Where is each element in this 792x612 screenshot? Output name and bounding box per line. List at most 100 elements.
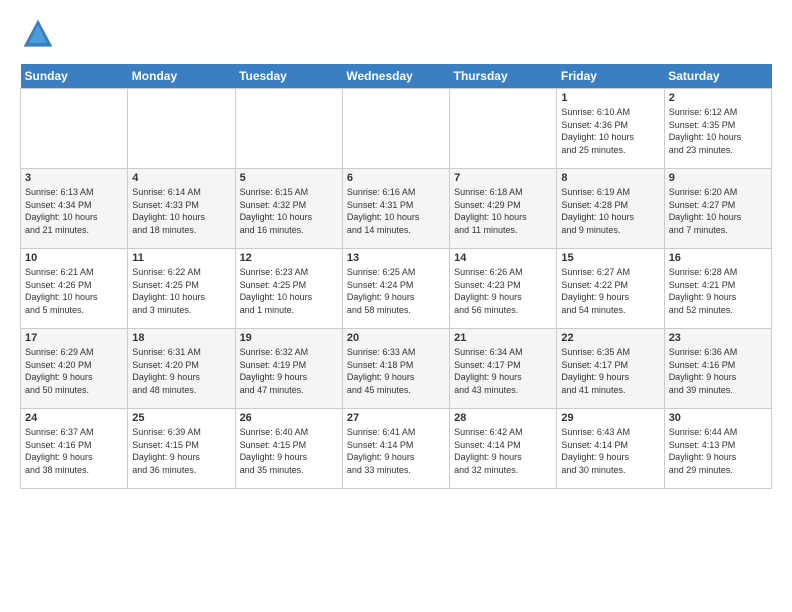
day-cell: 18 Sunrise: 6:31 AMSunset: 4:20 PMDayligh… bbox=[128, 329, 235, 409]
day-details: Sunrise: 6:28 AMSunset: 4:21 PMDaylight:… bbox=[669, 266, 767, 316]
day-number: 16 bbox=[669, 252, 767, 264]
day-cell: 22 Sunrise: 6:35 AMSunset: 4:17 PMDayligh… bbox=[557, 329, 664, 409]
day-number: 5 bbox=[240, 172, 338, 184]
day-number: 18 bbox=[132, 332, 230, 344]
day-number: 9 bbox=[669, 172, 767, 184]
day-number: 20 bbox=[347, 332, 445, 344]
day-details: Sunrise: 6:44 AMSunset: 4:13 PMDaylight:… bbox=[669, 426, 767, 476]
day-details: Sunrise: 6:20 AMSunset: 4:27 PMDaylight:… bbox=[669, 186, 767, 236]
day-cell bbox=[21, 89, 128, 169]
day-details: Sunrise: 6:37 AMSunset: 4:16 PMDaylight:… bbox=[25, 426, 123, 476]
day-number: 7 bbox=[454, 172, 552, 184]
day-number: 1 bbox=[561, 92, 659, 104]
day-cell: 4 Sunrise: 6:14 AMSunset: 4:33 PMDaylight… bbox=[128, 169, 235, 249]
day-number: 8 bbox=[561, 172, 659, 184]
day-cell: 17 Sunrise: 6:29 AMSunset: 4:20 PMDayligh… bbox=[21, 329, 128, 409]
day-cell: 3 Sunrise: 6:13 AMSunset: 4:34 PMDaylight… bbox=[21, 169, 128, 249]
day-cell bbox=[450, 89, 557, 169]
header-cell-monday: Monday bbox=[128, 64, 235, 89]
day-number: 19 bbox=[240, 332, 338, 344]
header-cell-friday: Friday bbox=[557, 64, 664, 89]
day-details: Sunrise: 6:31 AMSunset: 4:20 PMDaylight:… bbox=[132, 346, 230, 396]
day-cell: 29 Sunrise: 6:43 AMSunset: 4:14 PMDayligh… bbox=[557, 409, 664, 489]
day-number: 3 bbox=[25, 172, 123, 184]
day-cell bbox=[235, 89, 342, 169]
day-details: Sunrise: 6:16 AMSunset: 4:31 PMDaylight:… bbox=[347, 186, 445, 236]
week-row-2: 3 Sunrise: 6:13 AMSunset: 4:34 PMDaylight… bbox=[21, 169, 772, 249]
day-cell: 11 Sunrise: 6:22 AMSunset: 4:25 PMDayligh… bbox=[128, 249, 235, 329]
week-row-3: 10 Sunrise: 6:21 AMSunset: 4:26 PMDayligh… bbox=[21, 249, 772, 329]
day-cell: 30 Sunrise: 6:44 AMSunset: 4:13 PMDayligh… bbox=[664, 409, 771, 489]
day-number: 17 bbox=[25, 332, 123, 344]
day-details: Sunrise: 6:21 AMSunset: 4:26 PMDaylight:… bbox=[25, 266, 123, 316]
day-details: Sunrise: 6:42 AMSunset: 4:14 PMDaylight:… bbox=[454, 426, 552, 476]
header-row: SundayMondayTuesdayWednesdayThursdayFrid… bbox=[21, 64, 772, 89]
day-number: 4 bbox=[132, 172, 230, 184]
day-cell: 16 Sunrise: 6:28 AMSunset: 4:21 PMDayligh… bbox=[664, 249, 771, 329]
day-number: 2 bbox=[669, 92, 767, 104]
header-cell-sunday: Sunday bbox=[21, 64, 128, 89]
day-details: Sunrise: 6:39 AMSunset: 4:15 PMDaylight:… bbox=[132, 426, 230, 476]
day-cell: 21 Sunrise: 6:34 AMSunset: 4:17 PMDayligh… bbox=[450, 329, 557, 409]
calendar-table: SundayMondayTuesdayWednesdayThursdayFrid… bbox=[20, 64, 772, 489]
day-details: Sunrise: 6:29 AMSunset: 4:20 PMDaylight:… bbox=[25, 346, 123, 396]
day-number: 30 bbox=[669, 412, 767, 424]
day-cell: 25 Sunrise: 6:39 AMSunset: 4:15 PMDayligh… bbox=[128, 409, 235, 489]
day-cell: 15 Sunrise: 6:27 AMSunset: 4:22 PMDayligh… bbox=[557, 249, 664, 329]
day-cell: 1Sunrise: 6:10 AMSunset: 4:36 PMDaylight… bbox=[557, 89, 664, 169]
day-details: Sunrise: 6:41 AMSunset: 4:14 PMDaylight:… bbox=[347, 426, 445, 476]
day-cell: 20 Sunrise: 6:33 AMSunset: 4:18 PMDayligh… bbox=[342, 329, 449, 409]
day-number: 25 bbox=[132, 412, 230, 424]
day-details: Sunrise: 6:14 AMSunset: 4:33 PMDaylight:… bbox=[132, 186, 230, 236]
day-cell: 13 Sunrise: 6:25 AMSunset: 4:24 PMDayligh… bbox=[342, 249, 449, 329]
day-number: 10 bbox=[25, 252, 123, 264]
day-cell: 14 Sunrise: 6:26 AMSunset: 4:23 PMDayligh… bbox=[450, 249, 557, 329]
day-cell: 9 Sunrise: 6:20 AMSunset: 4:27 PMDaylight… bbox=[664, 169, 771, 249]
day-number: 23 bbox=[669, 332, 767, 344]
day-details: Sunrise: 6:15 AMSunset: 4:32 PMDaylight:… bbox=[240, 186, 338, 236]
day-details: Sunrise: 6:19 AMSunset: 4:28 PMDaylight:… bbox=[561, 186, 659, 236]
week-row-5: 24 Sunrise: 6:37 AMSunset: 4:16 PMDayligh… bbox=[21, 409, 772, 489]
day-details: Sunrise: 6:34 AMSunset: 4:17 PMDaylight:… bbox=[454, 346, 552, 396]
logo bbox=[20, 16, 60, 52]
day-details: Sunrise: 6:36 AMSunset: 4:16 PMDaylight:… bbox=[669, 346, 767, 396]
day-details: Sunrise: 6:43 AMSunset: 4:14 PMDaylight:… bbox=[561, 426, 659, 476]
day-details: Sunrise: 6:13 AMSunset: 4:34 PMDaylight:… bbox=[25, 186, 123, 236]
day-number: 14 bbox=[454, 252, 552, 264]
day-number: 28 bbox=[454, 412, 552, 424]
day-details: Sunrise: 6:33 AMSunset: 4:18 PMDaylight:… bbox=[347, 346, 445, 396]
header-cell-tuesday: Tuesday bbox=[235, 64, 342, 89]
day-details: Sunrise: 6:26 AMSunset: 4:23 PMDaylight:… bbox=[454, 266, 552, 316]
day-cell bbox=[342, 89, 449, 169]
day-cell: 5 Sunrise: 6:15 AMSunset: 4:32 PMDaylight… bbox=[235, 169, 342, 249]
day-cell bbox=[128, 89, 235, 169]
day-number: 22 bbox=[561, 332, 659, 344]
day-details: Sunrise: 6:40 AMSunset: 4:15 PMDaylight:… bbox=[240, 426, 338, 476]
day-details: Sunrise: 6:22 AMSunset: 4:25 PMDaylight:… bbox=[132, 266, 230, 316]
day-details: Sunrise: 6:25 AMSunset: 4:24 PMDaylight:… bbox=[347, 266, 445, 316]
day-cell: 8 Sunrise: 6:19 AMSunset: 4:28 PMDaylight… bbox=[557, 169, 664, 249]
day-number: 24 bbox=[25, 412, 123, 424]
day-cell: 7Sunrise: 6:18 AMSunset: 4:29 PMDaylight… bbox=[450, 169, 557, 249]
day-number: 29 bbox=[561, 412, 659, 424]
header-cell-saturday: Saturday bbox=[664, 64, 771, 89]
day-cell: 12Sunrise: 6:23 AMSunset: 4:25 PMDayligh… bbox=[235, 249, 342, 329]
day-details: Sunrise: 6:35 AMSunset: 4:17 PMDaylight:… bbox=[561, 346, 659, 396]
day-details: Sunrise: 6:23 AMSunset: 4:25 PMDaylight:… bbox=[240, 266, 338, 316]
day-cell: 10 Sunrise: 6:21 AMSunset: 4:26 PMDayligh… bbox=[21, 249, 128, 329]
page: SundayMondayTuesdayWednesdayThursdayFrid… bbox=[0, 0, 792, 505]
day-cell: 28 Sunrise: 6:42 AMSunset: 4:14 PMDayligh… bbox=[450, 409, 557, 489]
day-details: Sunrise: 6:32 AMSunset: 4:19 PMDaylight:… bbox=[240, 346, 338, 396]
day-number: 13 bbox=[347, 252, 445, 264]
day-number: 15 bbox=[561, 252, 659, 264]
day-number: 26 bbox=[240, 412, 338, 424]
day-cell: 19 Sunrise: 6:32 AMSunset: 4:19 PMDayligh… bbox=[235, 329, 342, 409]
week-row-4: 17 Sunrise: 6:29 AMSunset: 4:20 PMDayligh… bbox=[21, 329, 772, 409]
day-number: 21 bbox=[454, 332, 552, 344]
header-cell-wednesday: Wednesday bbox=[342, 64, 449, 89]
day-number: 27 bbox=[347, 412, 445, 424]
day-details: Sunrise: 6:27 AMSunset: 4:22 PMDaylight:… bbox=[561, 266, 659, 316]
day-number: 11 bbox=[132, 252, 230, 264]
day-cell: 24 Sunrise: 6:37 AMSunset: 4:16 PMDayligh… bbox=[21, 409, 128, 489]
day-cell: 23 Sunrise: 6:36 AMSunset: 4:16 PMDayligh… bbox=[664, 329, 771, 409]
